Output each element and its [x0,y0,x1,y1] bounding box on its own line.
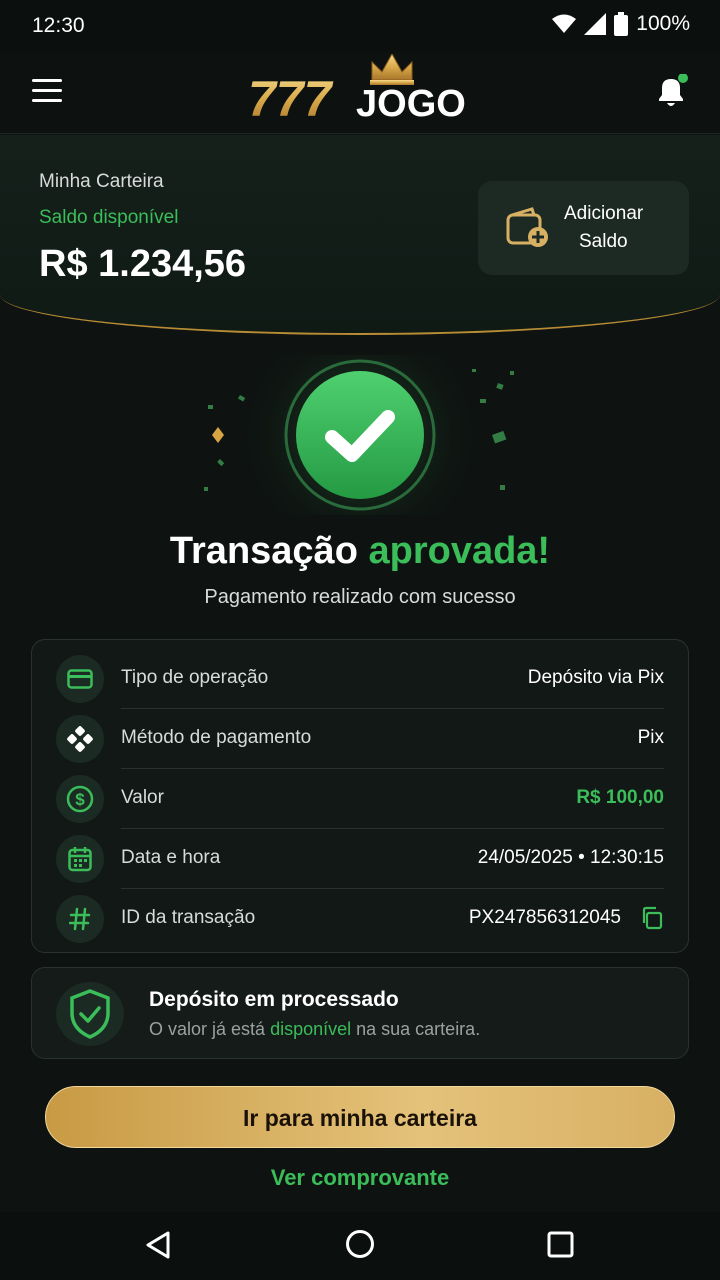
menu-line [32,99,62,102]
detail-label: Tipo de operação [121,667,269,688]
detail-row: Método de pagamento Pix [32,709,690,769]
status-time: 12:30 [32,14,85,37]
processed-text: O valor já está disponível na sua cartei… [149,1019,480,1040]
logo-number: 777 [248,71,334,127]
wallet-add-icon [506,207,548,247]
status-bar: 12:30 100% [0,0,720,52]
signal-icon [584,13,607,35]
bell-icon [659,73,688,106]
svg-text:$: $ [75,790,85,809]
transaction-id-value: PX247856312045 [468,907,621,928]
wallet-title: Minha Carteira [39,171,164,192]
app-logo: 777 JOGO [248,54,466,127]
wallet-balance: R$ 1.234,56 [39,243,247,285]
crown-icon [371,54,413,81]
transaction-details-card: Tipo de operação Depósito via Pix Método… [31,639,689,953]
status-icons: 100% [552,12,690,36]
battery-icon [614,12,629,36]
logo-word: JOGO [356,83,466,125]
processed-notice: Depósito em processado O valor já está d… [31,967,689,1059]
detail-row: $ Valor R$ 100,00 [32,769,690,829]
add-balance-button[interactable]: Adicionar Saldo [478,181,689,275]
menu-line [32,89,62,92]
success-title-highlight: aprovada! [368,530,551,572]
success-subtitle: Pagamento realizado com sucesso [204,586,516,608]
detail-value: R$ 100,00 [576,787,664,808]
wifi-icon [552,14,577,33]
go-to-wallet-button[interactable]: Ir para minha carteira [45,1086,675,1148]
system-nav-bar [0,1212,720,1280]
success-title-main: Transação [169,530,358,572]
menu-line [32,79,62,82]
app-header: 777 JOGO [0,52,720,134]
detail-label: ID da transação [121,907,256,928]
success-badge [204,355,514,515]
hash-icon [56,895,104,943]
dollar-circle-icon: $ [56,775,104,823]
detail-value: 24/05/2025 • 12:30:15 [477,847,664,868]
processed-title: Depósito em processado [149,988,399,1011]
success-circle [296,371,424,499]
detail-row: ID da transação PX247856312045 [32,889,690,949]
add-balance-label-1: Adicionar [564,203,644,224]
recent-apps-icon[interactable] [547,1231,574,1258]
detail-value: Pix [637,727,664,748]
detail-row: Tipo de operação Depósito via Pix [32,649,690,709]
notifications-button[interactable] [654,73,688,110]
detail-label: Valor [121,787,164,808]
back-icon[interactable] [144,1230,172,1260]
copy-icon[interactable] [640,906,664,930]
detail-label: Método de pagamento [121,727,312,748]
home-icon[interactable] [345,1229,375,1259]
success-title: Transação aprovada! [0,530,720,573]
wallet-panel: Minha Carteira Saldo disponível R$ 1.234… [0,135,720,335]
card-icon [56,655,104,703]
sparkle-icon [212,427,224,443]
processed-text-end: na sua carteira. [351,1019,481,1039]
pix-icon [56,715,104,763]
wallet-subtitle: Saldo disponível [39,207,179,228]
processed-text-highlight: disponível [270,1019,352,1039]
detail-label: Data e hora [121,847,221,868]
battery-percent: 100% [636,12,690,35]
add-balance-label-2: Saldo [579,231,628,252]
detail-value: Depósito via Pix [527,667,664,688]
view-receipt-link[interactable]: Ver comprovante [0,1165,720,1191]
processed-text-start: O valor já está [149,1019,271,1039]
shield-check-icon [56,982,124,1046]
detail-row: Data e hora 24/05/2025 • 12:30:15 [32,829,690,889]
calendar-icon [56,835,104,883]
menu-button[interactable] [32,79,62,103]
